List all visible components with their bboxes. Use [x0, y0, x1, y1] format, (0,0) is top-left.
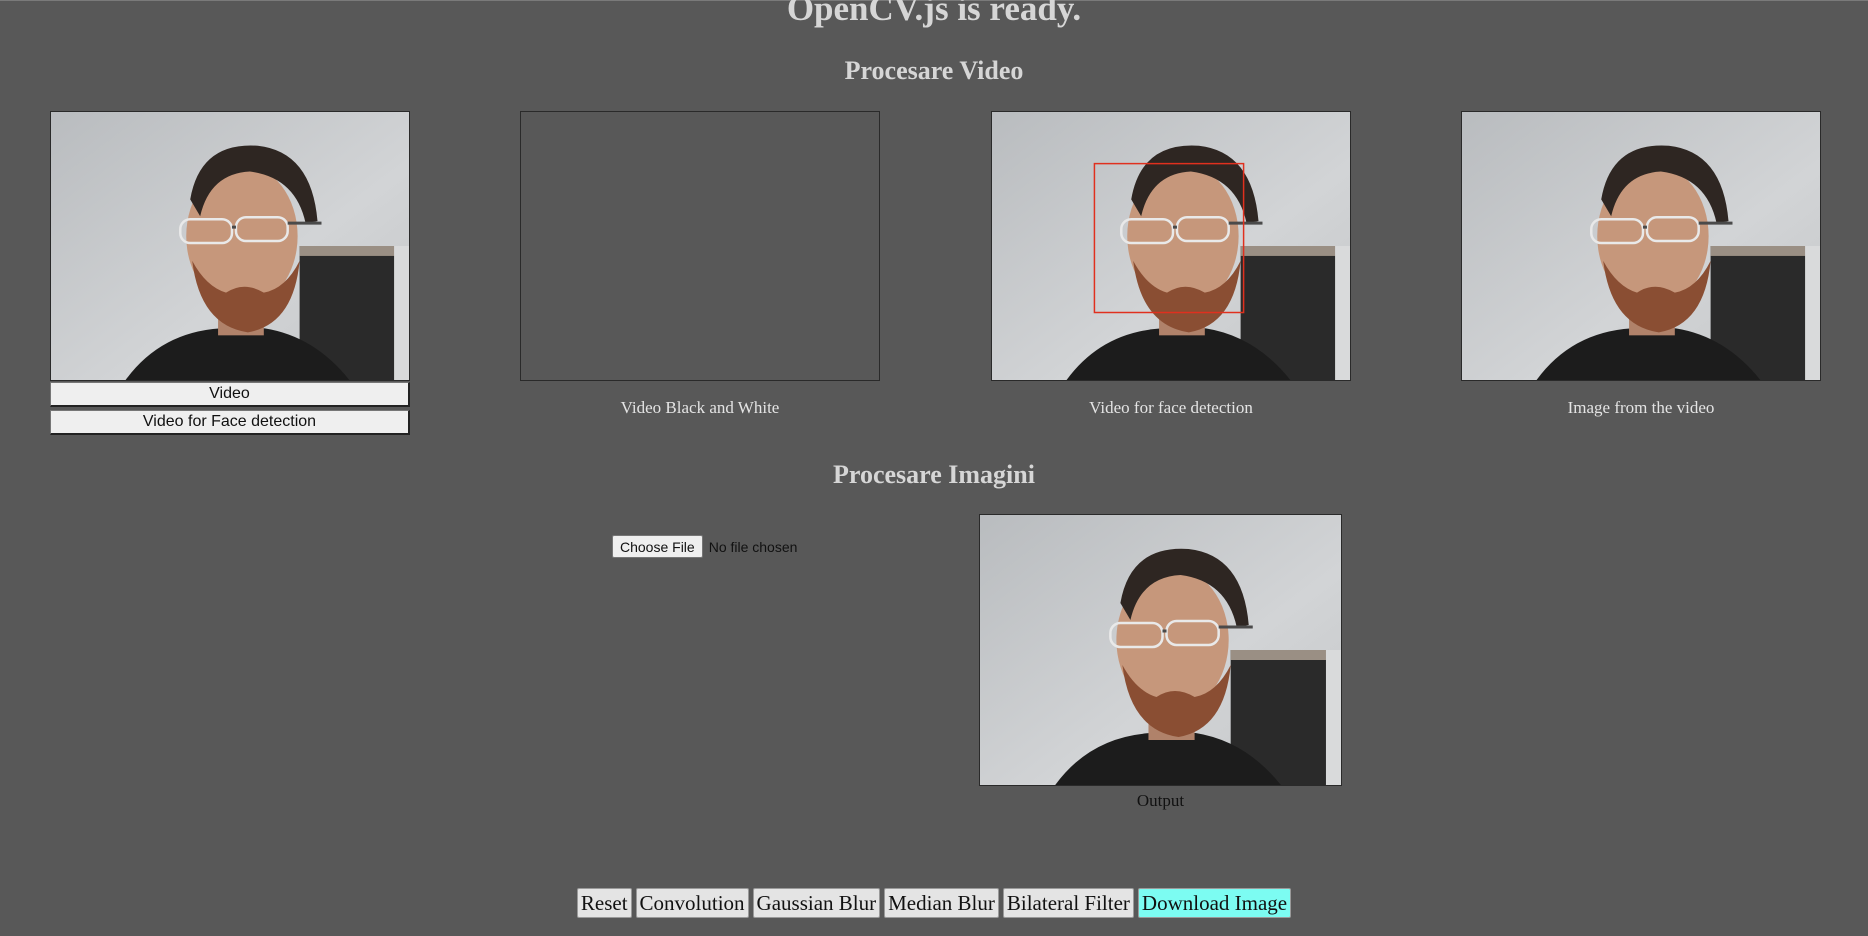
webcam-image [980, 515, 1341, 785]
file-status-text: No file chosen [708, 538, 798, 555]
black-white-caption: Video Black and White [620, 398, 780, 417]
captured-image-caption: Image from the video [1567, 398, 1715, 417]
filter-toolbar: Reset Convolution Gaussian Blur Median B… [0, 888, 1868, 918]
median-blur-button[interactable]: Median Blur [884, 888, 999, 918]
video-button[interactable]: Video [50, 382, 410, 407]
convolution-button[interactable]: Convolution [635, 888, 749, 918]
download-image-button[interactable]: Download Image [1137, 888, 1292, 918]
webcam-image [51, 112, 409, 380]
video-section-title: Procesare Video [844, 56, 1024, 85]
output-canvas [979, 514, 1342, 786]
gaussian-blur-button[interactable]: Gaussian Blur [752, 888, 881, 918]
video-input-frame [50, 111, 410, 381]
face-detection-caption: Video for face detection [1089, 398, 1253, 417]
page-root: OpenCV.js is ready. Procesare Video Vide… [0, 0, 1868, 936]
face-detection-frame [991, 111, 1351, 381]
file-picker[interactable]: Choose File No file chosen [612, 535, 797, 558]
black-white-frame [520, 111, 880, 381]
image-section-title: Procesare Imagini [833, 460, 1035, 489]
webcam-image [1462, 112, 1820, 380]
captured-image-frame [1461, 111, 1821, 381]
bilateral-filter-button[interactable]: Bilateral Filter [1002, 888, 1134, 918]
webcam-image [992, 112, 1350, 380]
output-caption: Output [1136, 791, 1185, 810]
page-title: OpenCV.js is ready. [786, 0, 1082, 28]
choose-file-button[interactable]: Choose File [612, 535, 703, 558]
face-detection-button[interactable]: Video for Face detection [50, 410, 410, 435]
reset-button[interactable]: Reset [576, 888, 632, 918]
